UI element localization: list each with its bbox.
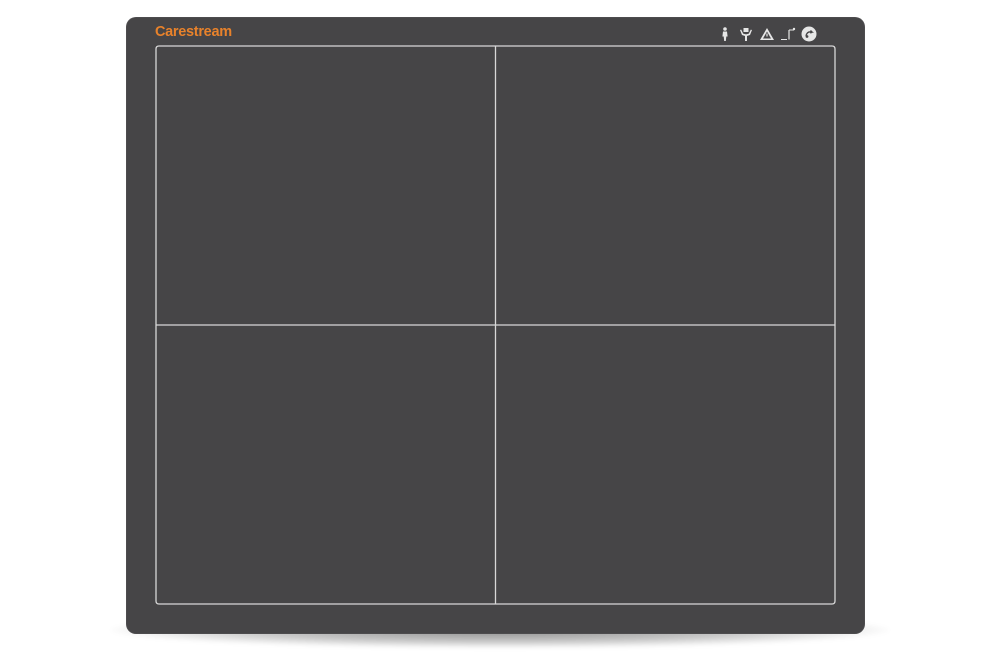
recycle-badge-icon xyxy=(801,26,817,42)
detector-active-area xyxy=(155,45,836,605)
hands-icon xyxy=(738,26,754,42)
corner-top-right xyxy=(827,45,836,54)
warning-triangle-icon xyxy=(759,26,775,42)
flat-panel-detector: Carestream xyxy=(126,17,865,634)
corner-bottom-left xyxy=(155,596,164,605)
product-image: Carestream xyxy=(0,0,1000,667)
corner-top-left xyxy=(155,45,164,54)
weight-limit-icon xyxy=(780,26,796,42)
brand-logo: Carestream xyxy=(155,24,232,40)
person-icon xyxy=(717,26,733,42)
corner-bottom-right xyxy=(827,596,836,605)
status-icon-bar xyxy=(717,25,817,43)
